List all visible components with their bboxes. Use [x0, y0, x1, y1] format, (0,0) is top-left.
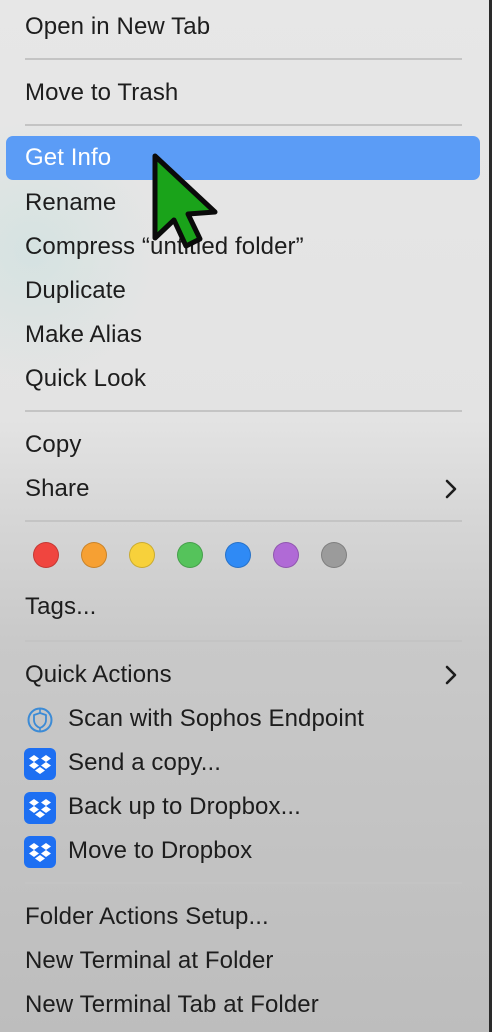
sophos-shield-icon [27, 707, 53, 733]
menu-item-new-terminal[interactable]: New Terminal at Folder [0, 939, 492, 983]
menu-item-label: New Terminal at Folder [25, 947, 274, 974]
menu-item-label: Make Alias [25, 321, 143, 348]
tag-blue[interactable] [225, 542, 251, 568]
menu-item-label: Back up to Dropbox... [68, 793, 301, 820]
menu-item-quick-actions[interactable]: Quick Actions [0, 653, 492, 697]
dropbox-icon [24, 836, 56, 868]
menu-separator [25, 410, 462, 412]
menu-separator [25, 882, 462, 884]
menu-item-label: Open in New Tab [25, 13, 211, 40]
menu-item-tags[interactable]: Tags... [0, 585, 492, 629]
menu-item-back-up-dropbox[interactable]: Back up to Dropbox... [0, 785, 492, 829]
menu-item-label: Send a copy... [68, 749, 222, 776]
menu-item-compress[interactable]: Compress “untitled folder” [0, 225, 492, 269]
dropbox-icon [24, 792, 56, 824]
menu-item-label: Copy [25, 431, 82, 458]
menu-item-label: Move to Dropbox [68, 837, 253, 864]
tag-purple[interactable] [273, 542, 299, 568]
menu-item-label: Folder Actions Setup... [25, 903, 269, 930]
menu-item-label: Share [25, 475, 90, 502]
menu-item-make-alias[interactable]: Make Alias [0, 313, 492, 357]
menu-item-label: Scan with Sophos Endpoint [68, 705, 365, 732]
menu-item-new-terminal-tab[interactable]: New Terminal Tab at Folder [0, 983, 492, 1027]
cursor-arrow-icon [152, 153, 218, 249]
menu-item-share[interactable]: Share [0, 467, 492, 511]
menu-item-scan-sophos[interactable]: Scan with Sophos Endpoint [0, 697, 492, 741]
menu-item-move-to-trash[interactable]: Move to Trash [0, 71, 492, 115]
tag-yellow[interactable] [129, 542, 155, 568]
menu-item-copy[interactable]: Copy [0, 423, 492, 467]
menu-item-open-in-new-tab[interactable]: Open in New Tab [0, 5, 492, 49]
menu-item-label: Quick Look [25, 365, 147, 392]
tag-gray[interactable] [321, 542, 347, 568]
menu-separator [25, 58, 462, 60]
menu-item-label: Tags... [25, 593, 97, 620]
tag-color-row [0, 540, 492, 572]
chevron-right-icon [445, 665, 457, 685]
menu-item-label: Move to Trash [25, 79, 179, 106]
chevron-right-icon [445, 479, 457, 499]
menu-item-label: Quick Actions [25, 661, 172, 688]
tag-green[interactable] [177, 542, 203, 568]
menu-item-label: Duplicate [25, 277, 126, 304]
menu-item-send-copy[interactable]: Send a copy... [0, 741, 492, 785]
menu-separator [25, 520, 462, 522]
tag-orange[interactable] [81, 542, 107, 568]
menu-item-quick-look[interactable]: Quick Look [0, 357, 492, 401]
context-menu: Open in New Tab Move to Trash Get Info R… [0, 0, 492, 1032]
menu-separator [25, 124, 462, 126]
menu-item-move-to-dropbox[interactable]: Move to Dropbox [0, 829, 492, 873]
menu-item-folder-actions-setup[interactable]: Folder Actions Setup... [0, 895, 492, 939]
menu-item-get-info[interactable]: Get Info [0, 136, 492, 180]
menu-item-label: Rename [25, 189, 117, 216]
menu-separator [25, 640, 462, 642]
menu-item-duplicate[interactable]: Duplicate [0, 269, 492, 313]
menu-item-rename[interactable]: Rename [0, 181, 492, 225]
menu-item-label: Get Info [25, 144, 112, 171]
menu-item-label: New Terminal Tab at Folder [25, 991, 319, 1018]
dropbox-icon [24, 748, 56, 780]
tag-red[interactable] [33, 542, 59, 568]
